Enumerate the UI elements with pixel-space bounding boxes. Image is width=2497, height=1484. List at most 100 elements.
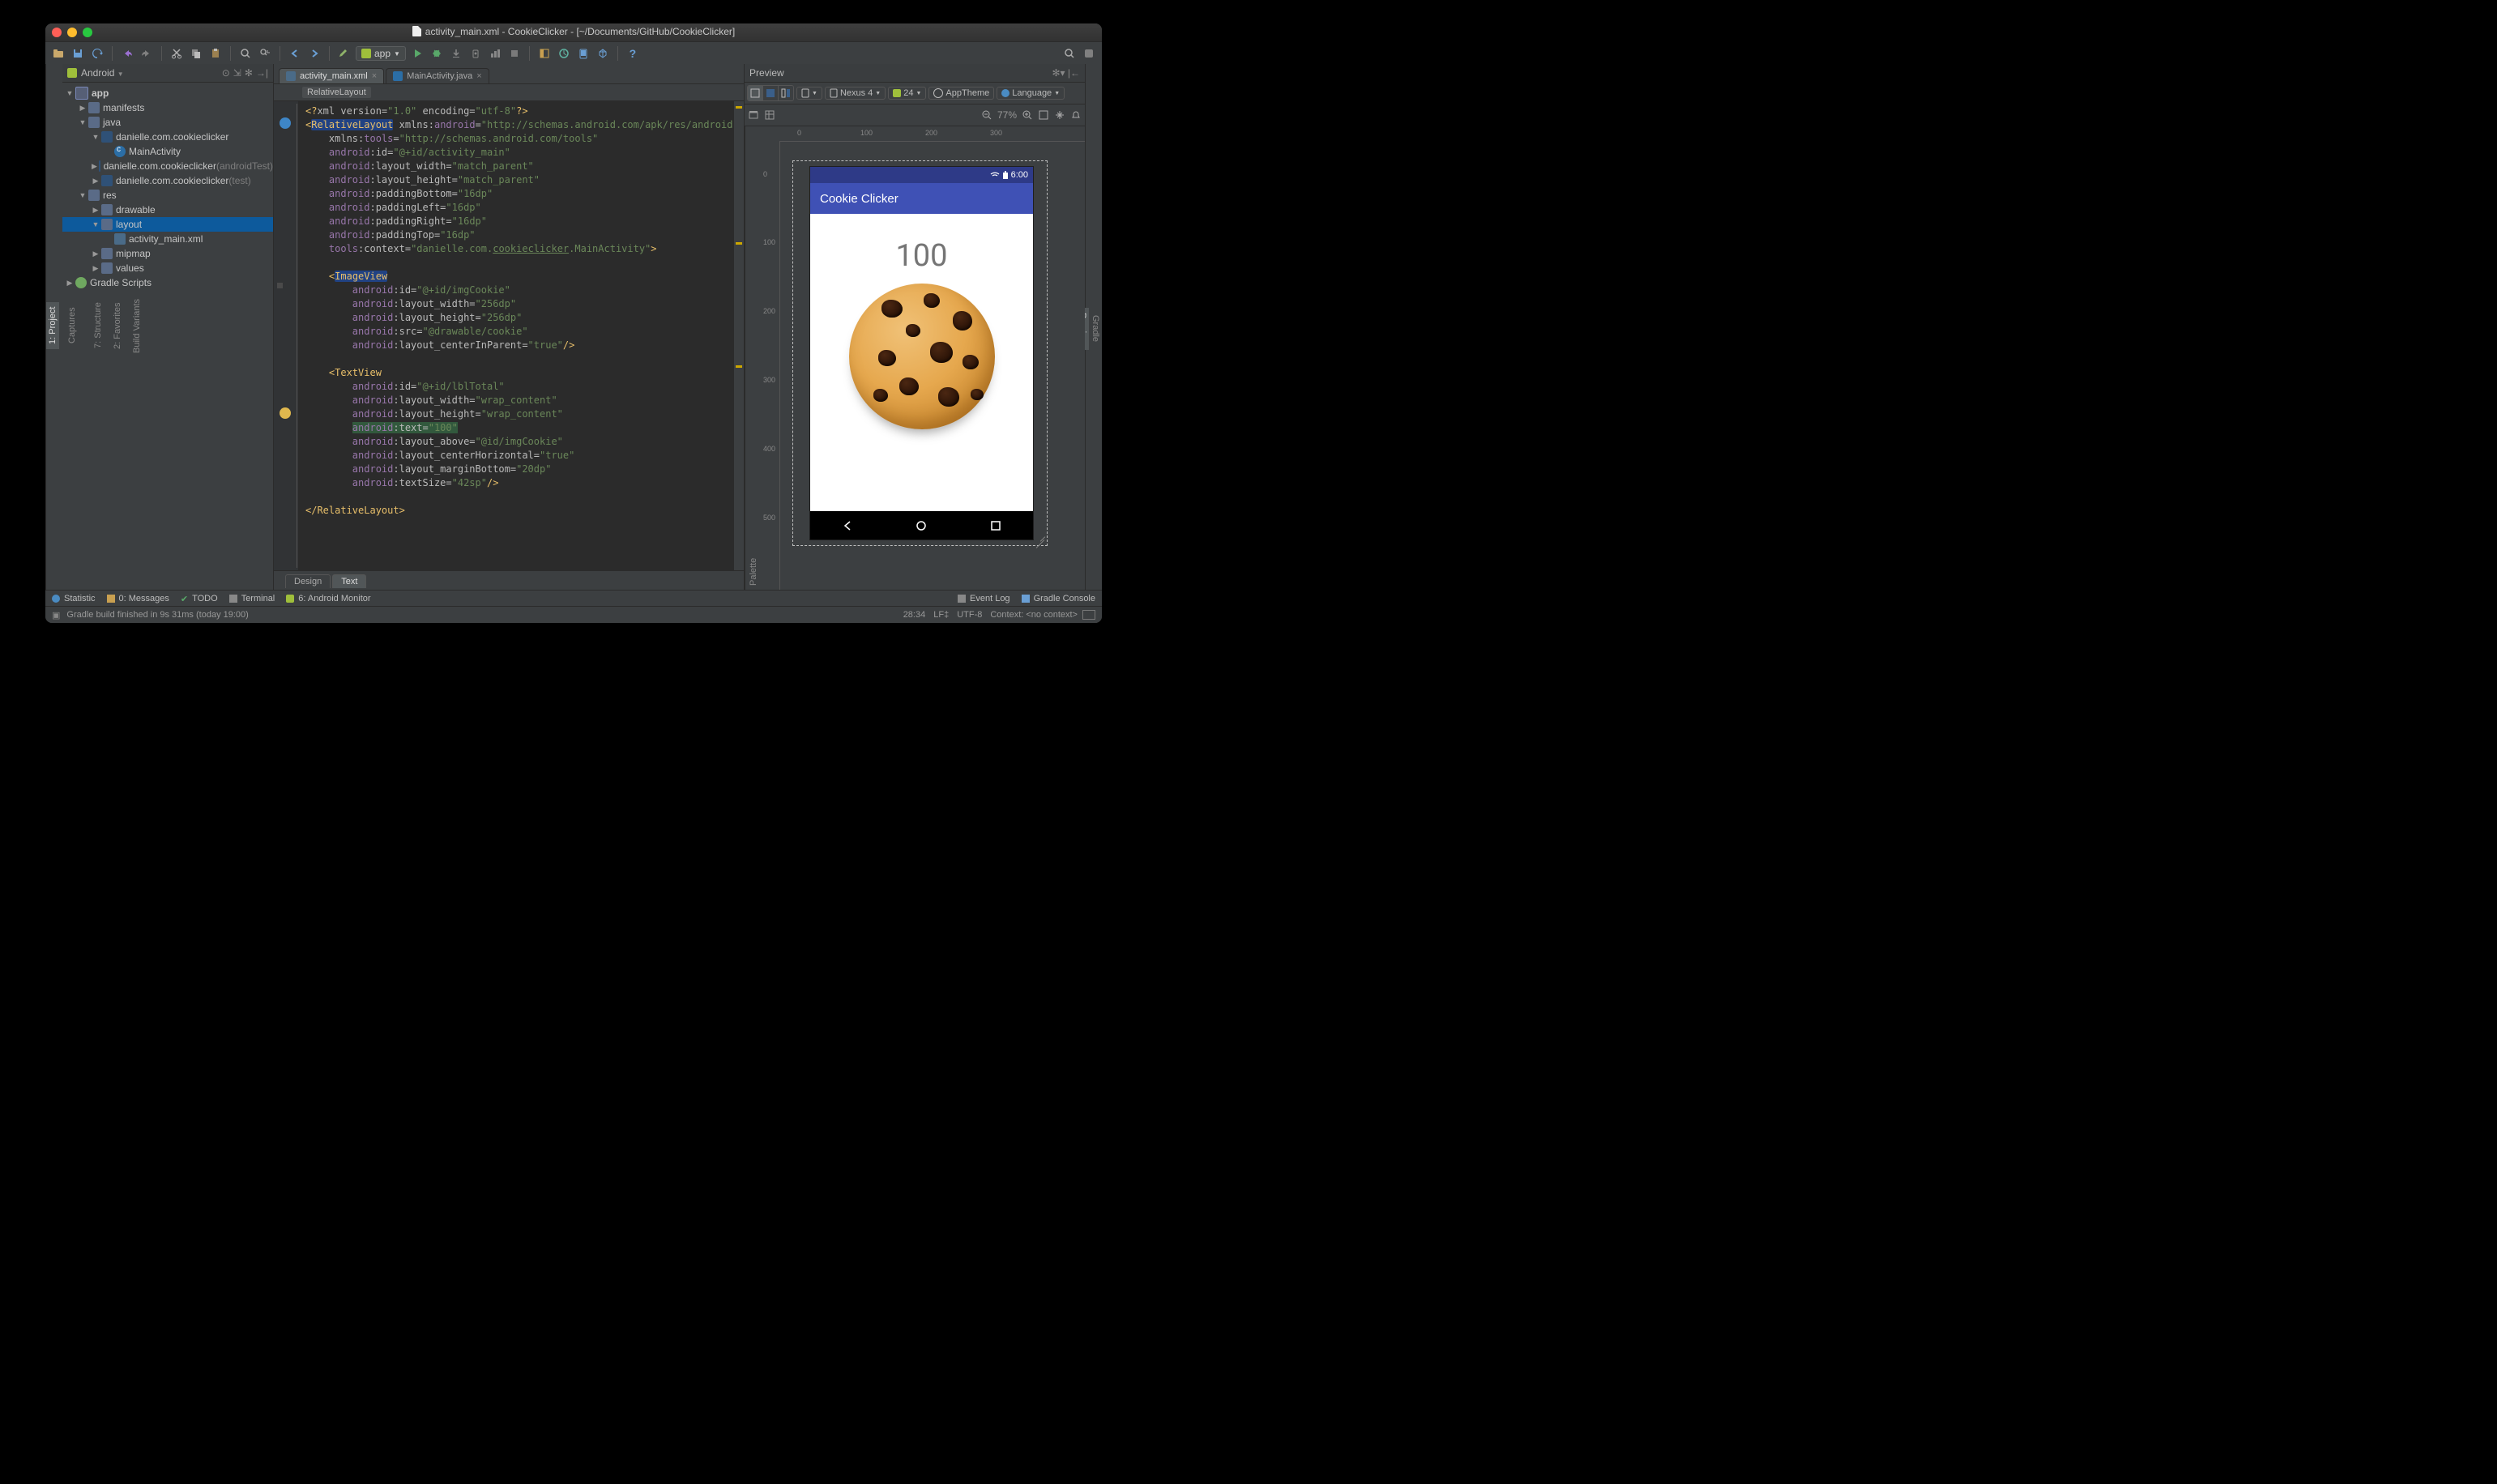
todo-tool[interactable]: ✔TODO [181,594,218,604]
gradle-tool-tab[interactable]: Gradle [1089,310,1102,347]
project-tool-tab[interactable]: 1: Project [46,302,59,349]
open-file-button[interactable] [50,45,66,62]
hide-panel-icon[interactable]: →| [256,67,268,79]
help-button[interactable]: ? [625,45,641,62]
terminal-tool[interactable]: Terminal [229,594,275,603]
tree-node-mainactivity[interactable]: MainActivity [62,144,273,159]
save-all-button[interactable] [70,45,86,62]
design-surface-button[interactable] [748,86,763,100]
hide-panel-icon[interactable]: |← [1068,67,1080,79]
structure-tool-tab[interactable]: 7: Structure [92,298,105,354]
zoom-out-button[interactable] [981,109,992,121]
tree-node-pkg-test[interactable]: ▶danielle.com.cookieclicker (test) [62,173,273,188]
layout-inspector-button[interactable] [536,45,553,62]
file-encoding[interactable]: UTF-8 [957,610,982,620]
editor-tab-mainactivity[interactable]: MainActivity.java× [386,68,489,83]
zoom-fit-button[interactable] [1038,109,1049,121]
back-button[interactable] [287,45,303,62]
palette-toggle-icon[interactable] [748,109,759,121]
sdk-manager-button[interactable] [595,45,611,62]
design-tab[interactable]: Design [285,574,331,588]
copy-button[interactable] [188,45,204,62]
line-separator[interactable]: LF‡ [933,610,949,620]
tree-node-app[interactable]: ▼app [62,86,273,100]
sync-button[interactable] [89,45,105,62]
captures-tool-tab[interactable]: Captures [66,303,79,349]
avd-manager-button[interactable] [575,45,591,62]
messages-tool[interactable]: 0: Messages [107,594,169,603]
forward-button[interactable] [306,45,322,62]
run-config-dropdown[interactable]: app ▼ [356,46,406,61]
context-label[interactable]: Context: <no context> [990,610,1078,620]
code-editor[interactable]: <?xml version="1.0" encoding="utf-8"?> <… [299,101,733,570]
debug-button[interactable] [429,45,445,62]
search-everywhere-button[interactable] [1061,45,1078,62]
replace-button[interactable] [257,45,273,62]
device-dropdown[interactable]: Nexus 4▼ [825,87,886,100]
sync-gradle-button[interactable] [556,45,572,62]
orientation-dropdown[interactable]: ▼ [796,87,822,100]
event-log-tool[interactable]: Event Log [958,594,1010,603]
build-variants-tool-tab[interactable]: Build Variants [130,293,143,357]
tree-node-mipmap[interactable]: ▶mipmap [62,246,273,261]
settings-icon[interactable]: ✻▾ [1052,67,1067,79]
editor-tab-activity-main[interactable]: activity_main.xml× [279,68,384,83]
gutter-fold-icon[interactable] [277,283,283,288]
tree-node-pkg-main[interactable]: ▼danielle.com.cookieclicker [62,130,273,144]
gutter-class-icon[interactable] [280,117,291,129]
tree-node-gradle-scripts[interactable]: ▶Gradle Scripts [62,275,273,290]
theme-dropdown[interactable]: AppTheme [928,87,994,100]
run-button[interactable] [409,45,425,62]
editor-gutter[interactable] [274,101,299,570]
api-dropdown[interactable]: 24▼ [888,87,926,100]
resize-handle[interactable] [1028,527,1048,546]
notifications-icon[interactable] [1070,109,1082,121]
collapse-all-icon[interactable]: ⇲ [233,67,241,79]
paste-button[interactable] [207,45,224,62]
caret-position[interactable]: 28:34 [903,610,926,620]
pan-button[interactable] [1054,109,1065,121]
close-tab-icon[interactable]: × [476,71,481,81]
profile-button[interactable] [487,45,503,62]
gradle-console-tool[interactable]: Gradle Console [1022,594,1095,603]
project-view-dropdown[interactable]: Android ▼ [81,67,222,79]
redo-button[interactable] [139,45,155,62]
attach-debugger-button[interactable] [467,45,484,62]
language-dropdown[interactable]: Language▼ [997,87,1065,100]
error-stripe[interactable] [733,101,744,570]
device-frame[interactable]: 6:00 Cookie Clicker 100 [810,167,1033,539]
tree-node-values[interactable]: ▶values [62,261,273,275]
both-surface-button[interactable] [779,86,793,100]
close-tab-icon[interactable]: × [372,71,377,81]
tree-node-activity-main-xml[interactable]: activity_main.xml [62,232,273,246]
apply-changes-button[interactable] [448,45,464,62]
user-button[interactable] [1081,45,1097,62]
toolwindows-toggle-icon[interactable]: ▣ [52,610,60,620]
xml-file-icon [286,71,296,81]
favorites-tool-tab[interactable]: 2: Favorites [111,297,124,353]
tree-node-res[interactable]: ▼res [62,188,273,203]
palette-tab[interactable]: Palette [745,126,762,591]
tree-node-manifests[interactable]: ▶manifests [62,100,273,115]
tree-node-java[interactable]: ▼java [62,115,273,130]
breadcrumb-item[interactable]: RelativeLayout [302,87,371,98]
android-monitor-tool[interactable]: 6: Android Monitor [286,594,370,603]
zoom-in-button[interactable] [1022,109,1033,121]
undo-button[interactable] [119,45,135,62]
text-tab[interactable]: Text [332,574,366,588]
gutter-hint-icon[interactable] [280,407,291,419]
component-tree-icon[interactable] [764,109,775,121]
blueprint-surface-button[interactable] [763,86,779,100]
scroll-to-source-icon[interactable]: ⊙ [222,67,230,79]
make-button[interactable] [336,45,352,62]
statistic-tool[interactable]: Statistic [52,594,96,603]
find-button[interactable] [237,45,254,62]
design-surface[interactable]: 0 100 200 300 0 100 200 300 400 500 [762,126,1085,591]
memory-indicator-icon[interactable] [1082,610,1095,620]
stop-button[interactable] [506,45,523,62]
tree-node-pkg-androidtest[interactable]: ▶danielle.com.cookieclicker (androidTest… [62,159,273,173]
cut-button[interactable] [169,45,185,62]
settings-icon[interactable]: ✻ [245,67,253,79]
tree-node-drawable[interactable]: ▶drawable [62,203,273,217]
tree-node-layout[interactable]: ▼layout [62,217,273,232]
